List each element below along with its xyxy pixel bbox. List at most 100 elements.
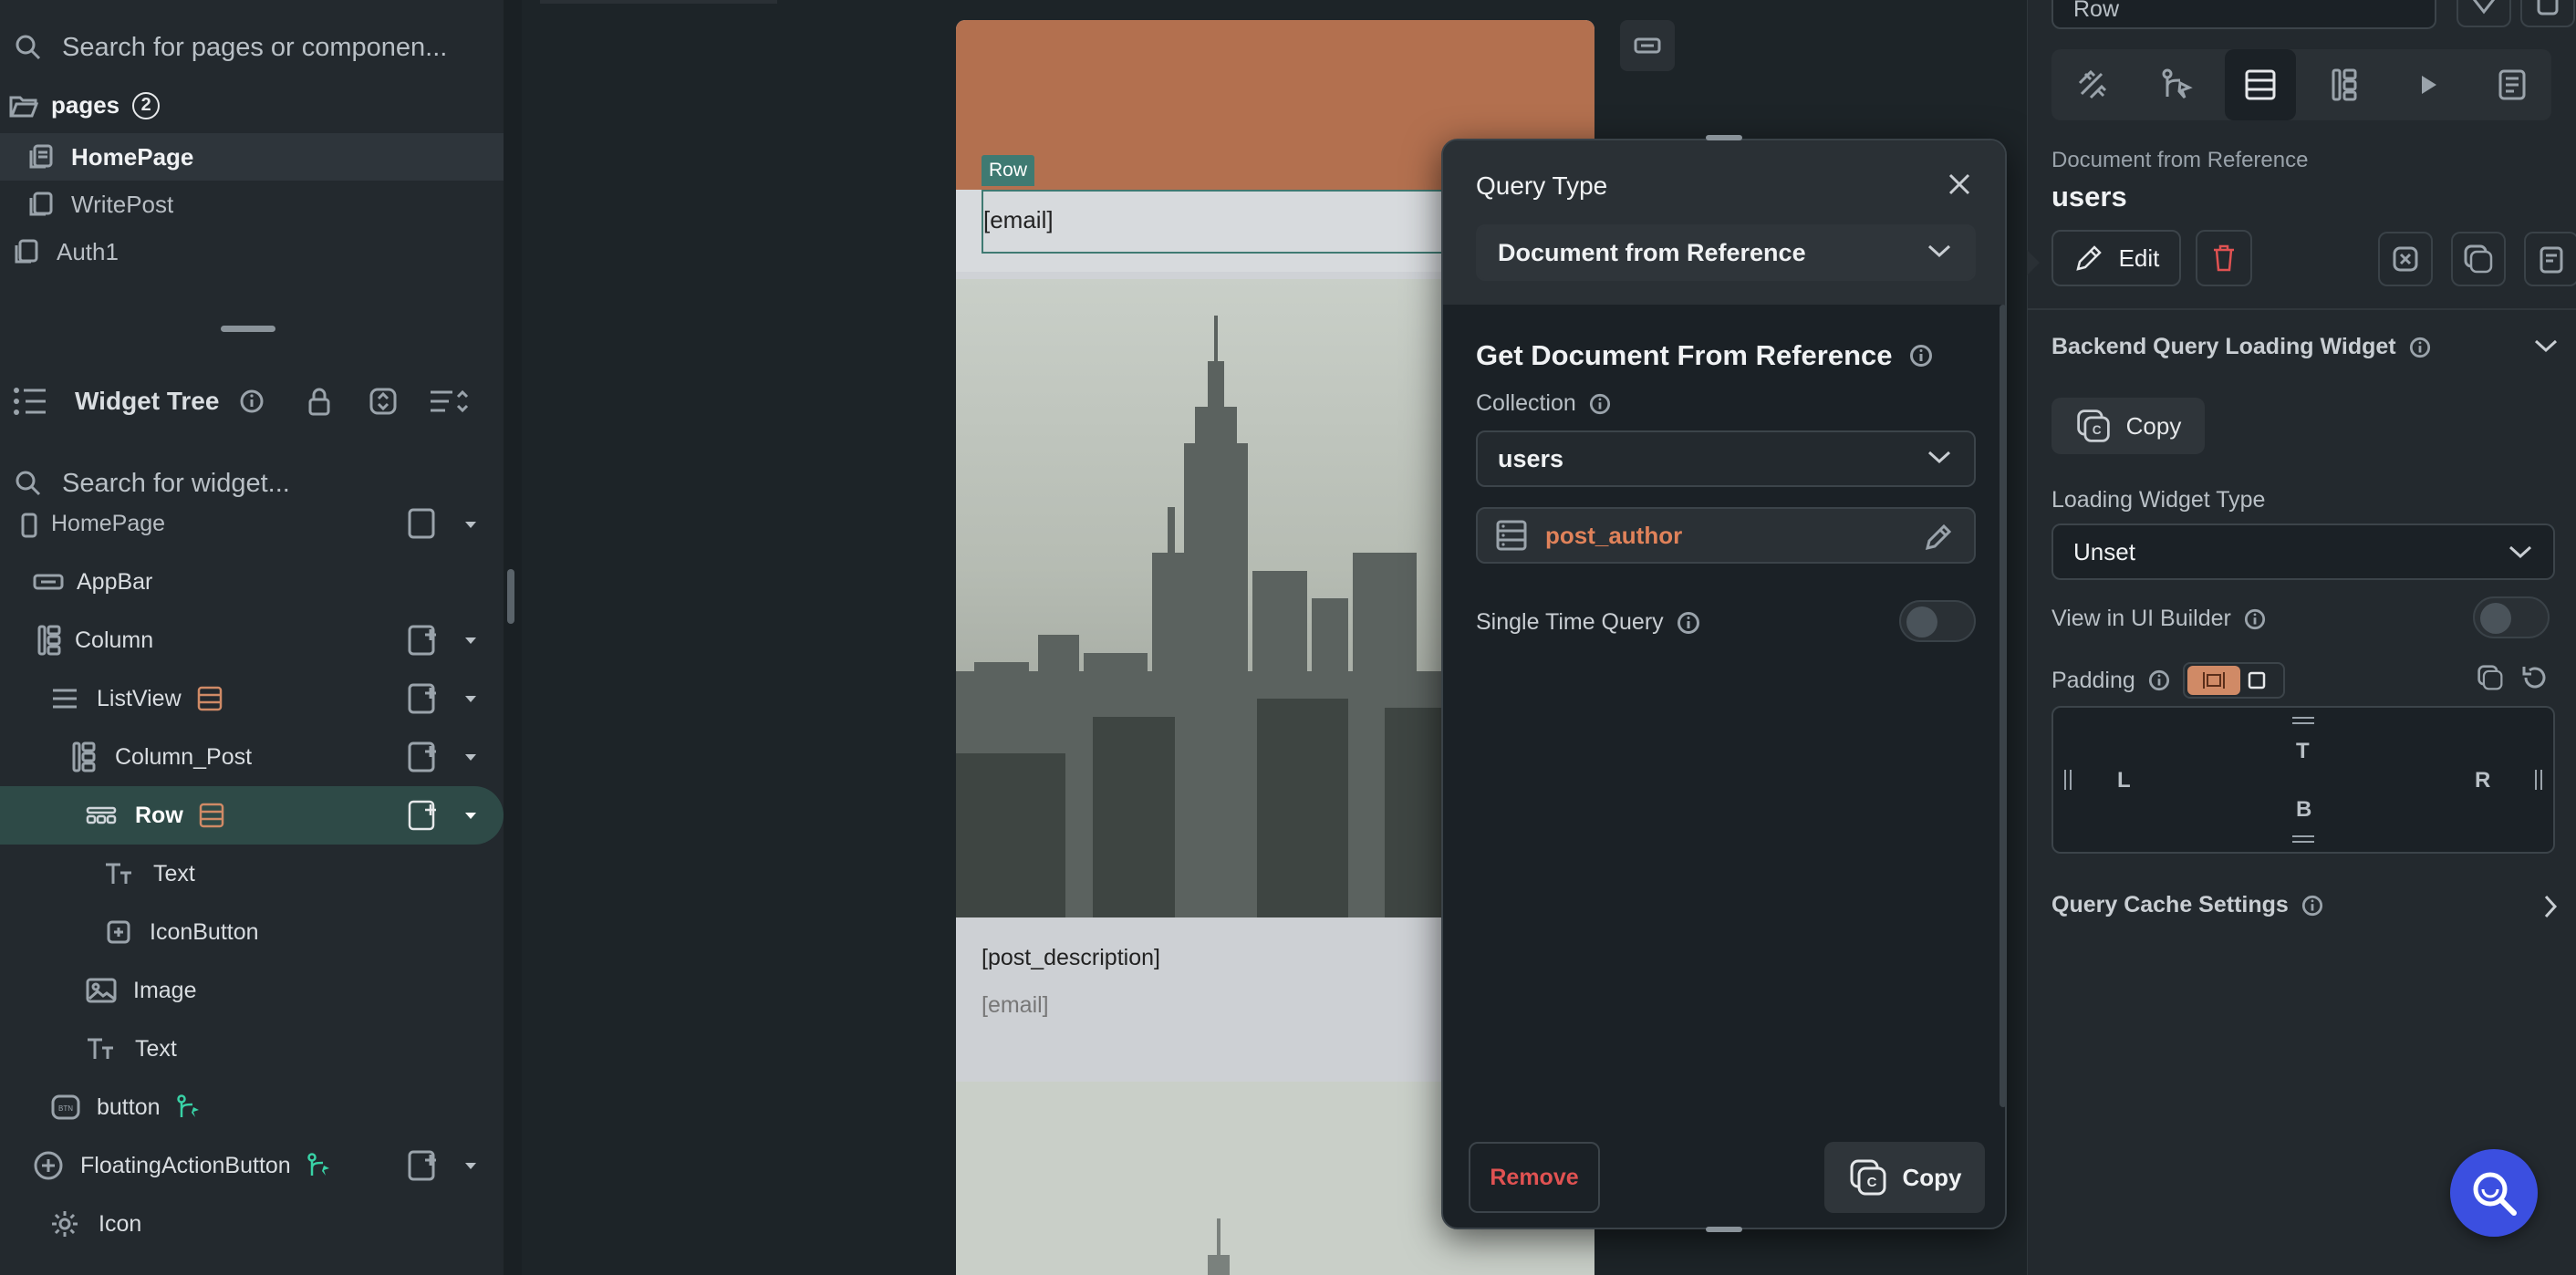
- info-icon[interactable]: [2409, 337, 2431, 358]
- tree-item-homepage[interactable]: HomePage: [0, 496, 504, 551]
- chevron-down-icon[interactable]: [465, 1163, 476, 1169]
- widget-search-input[interactable]: Search for widget...: [62, 469, 290, 499]
- info-icon[interactable]: [2148, 669, 2170, 691]
- tree-item-column[interactable]: Column: [0, 611, 504, 669]
- popup-scrollbar[interactable]: [2000, 305, 2005, 1107]
- chevron-down-icon[interactable]: [465, 638, 476, 644]
- add-widget-icon[interactable]: [407, 682, 440, 715]
- tree-item-text-2[interactable]: Text: [0, 1020, 504, 1078]
- padding-bottom-handle[interactable]: [2292, 835, 2314, 843]
- padding-editor[interactable]: T B L R: [2051, 706, 2555, 854]
- chevron-down-icon[interactable]: [465, 813, 476, 819]
- view-in-builder-toggle[interactable]: [2473, 596, 2550, 638]
- help-search-fab[interactable]: [2450, 1149, 2538, 1237]
- info-icon[interactable]: [1677, 611, 1700, 635]
- reset-icon[interactable]: [2520, 664, 2548, 691]
- info-icon[interactable]: [1589, 393, 1611, 415]
- close-icon[interactable]: [1945, 170, 1974, 199]
- edit-query-button[interactable]: Edit: [2051, 230, 2181, 286]
- cache-settings-row[interactable]: Query Cache Settings: [2051, 892, 2559, 918]
- chevron-right-icon[interactable]: [2542, 894, 2559, 919]
- tab-properties[interactable]: [2057, 49, 2128, 120]
- padding-mode-individual[interactable]: [2186, 666, 2240, 695]
- copy-query-button[interactable]: C Copy: [1824, 1142, 1985, 1213]
- padding-right-handle[interactable]: [2535, 770, 2542, 790]
- lock-icon[interactable]: [306, 387, 332, 416]
- clear-query-button[interactable]: [2378, 232, 2433, 286]
- tree-item-button[interactable]: BTN button: [0, 1078, 504, 1136]
- expand-collapse-icon[interactable]: [369, 387, 398, 416]
- add-widget-icon[interactable]: [407, 507, 440, 540]
- tree-item-text[interactable]: Text: [0, 845, 504, 903]
- paste-query-button[interactable]: [2524, 232, 2576, 286]
- chevron-down-icon[interactable]: [465, 696, 476, 702]
- widget-name-field[interactable]: Row: [2051, 0, 2436, 29]
- add-widget-icon[interactable]: [407, 1149, 440, 1182]
- page-item-auth1[interactable]: Auth1: [0, 228, 504, 275]
- padding-left-handle[interactable]: [2064, 770, 2072, 790]
- add-widget-icon[interactable]: [407, 624, 440, 657]
- padding-top-handle[interactable]: [2292, 717, 2314, 724]
- widget-library-button[interactable]: [2520, 0, 2575, 27]
- page-search[interactable]: Search for pages or componen...: [0, 13, 504, 82]
- padding-right-label[interactable]: R: [2475, 768, 2490, 793]
- edit-pencil-icon[interactable]: [1923, 522, 1954, 553]
- tree-item-icon[interactable]: Icon: [0, 1195, 504, 1253]
- scrollbar-thumb[interactable]: [507, 569, 514, 624]
- add-widget-icon[interactable]: [407, 741, 440, 773]
- info-icon[interactable]: [239, 389, 265, 414]
- tab-animations[interactable]: [2393, 49, 2464, 120]
- theme-button[interactable]: [2457, 0, 2511, 27]
- chevron-down-icon[interactable]: [2533, 337, 2559, 354]
- chevron-down-icon[interactable]: [465, 522, 476, 528]
- info-icon[interactable]: [2244, 608, 2266, 630]
- tree-item-label: Text: [135, 1035, 177, 1062]
- tree-item-column-post[interactable]: Column_Post: [0, 728, 504, 786]
- padding-top-label[interactable]: T: [2296, 739, 2310, 764]
- tab-documentation[interactable]: [2477, 49, 2548, 120]
- loading-type-select[interactable]: Unset: [2051, 523, 2555, 580]
- tree-item-image[interactable]: Image: [0, 961, 504, 1020]
- padding-bottom-label[interactable]: B: [2296, 797, 2311, 823]
- pages-folder[interactable]: pages 2: [9, 91, 161, 119]
- copy-icon: C: [2076, 409, 2110, 442]
- collection-select[interactable]: users: [1476, 430, 1976, 487]
- info-icon[interactable]: [1909, 344, 1933, 368]
- padding-mode-toggle[interactable]: [2182, 662, 2285, 699]
- tab-layout[interactable]: [2309, 49, 2380, 120]
- popup-drag-handle-bottom[interactable]: [1706, 1227, 1742, 1232]
- tab-backend-query[interactable]: [2225, 49, 2296, 120]
- reference-field[interactable]: post_author: [1476, 507, 1976, 564]
- copy-loading-button[interactable]: C Copy: [2051, 398, 2205, 454]
- remove-button[interactable]: Remove: [1469, 1142, 1600, 1213]
- appbar-icon: [1634, 37, 1661, 54]
- info-icon[interactable]: [2301, 895, 2323, 917]
- query-type-select[interactable]: Document from Reference: [1476, 224, 1976, 281]
- appbar-toggle-button[interactable]: [1620, 20, 1675, 71]
- copy-icon[interactable]: [2477, 664, 2504, 691]
- phone-icon: [21, 513, 37, 538]
- add-widget-icon[interactable]: [407, 799, 440, 832]
- copy-query-icon-button[interactable]: [2451, 232, 2506, 286]
- widget-icon: [2537, 0, 2559, 16]
- tree-item-iconbutton[interactable]: IconButton: [0, 903, 504, 961]
- tree-item-listview[interactable]: ListView: [0, 669, 504, 728]
- delete-query-button[interactable]: [2196, 230, 2252, 286]
- resize-handle[interactable]: [221, 326, 275, 332]
- properties-panel: Row Document from Reference users Edit B…: [2027, 0, 2576, 1275]
- popup-drag-handle-top[interactable]: [1706, 135, 1742, 140]
- tab-actions[interactable]: [2141, 49, 2212, 120]
- padding-uniform-icon[interactable]: [2246, 669, 2268, 691]
- page-search-input[interactable]: Search for pages or componen...: [62, 33, 447, 63]
- page-item-homepage[interactable]: HomePage: [0, 133, 504, 181]
- chevron-down-icon[interactable]: [465, 754, 476, 761]
- tree-item-row[interactable]: Row: [0, 786, 504, 845]
- sort-options-icon[interactable]: [429, 388, 469, 415]
- post-description-text: [post_description]: [982, 945, 1160, 970]
- padding-left-label[interactable]: L: [2117, 768, 2131, 793]
- tree-item-appbar[interactable]: AppBar: [0, 553, 504, 611]
- loading-section-header[interactable]: Backend Query Loading Widget: [2051, 334, 2559, 360]
- tree-item-fab[interactable]: FloatingActionButton: [0, 1136, 504, 1195]
- single-time-toggle[interactable]: [1899, 600, 1976, 642]
- page-item-writepost[interactable]: WritePost: [0, 181, 504, 228]
